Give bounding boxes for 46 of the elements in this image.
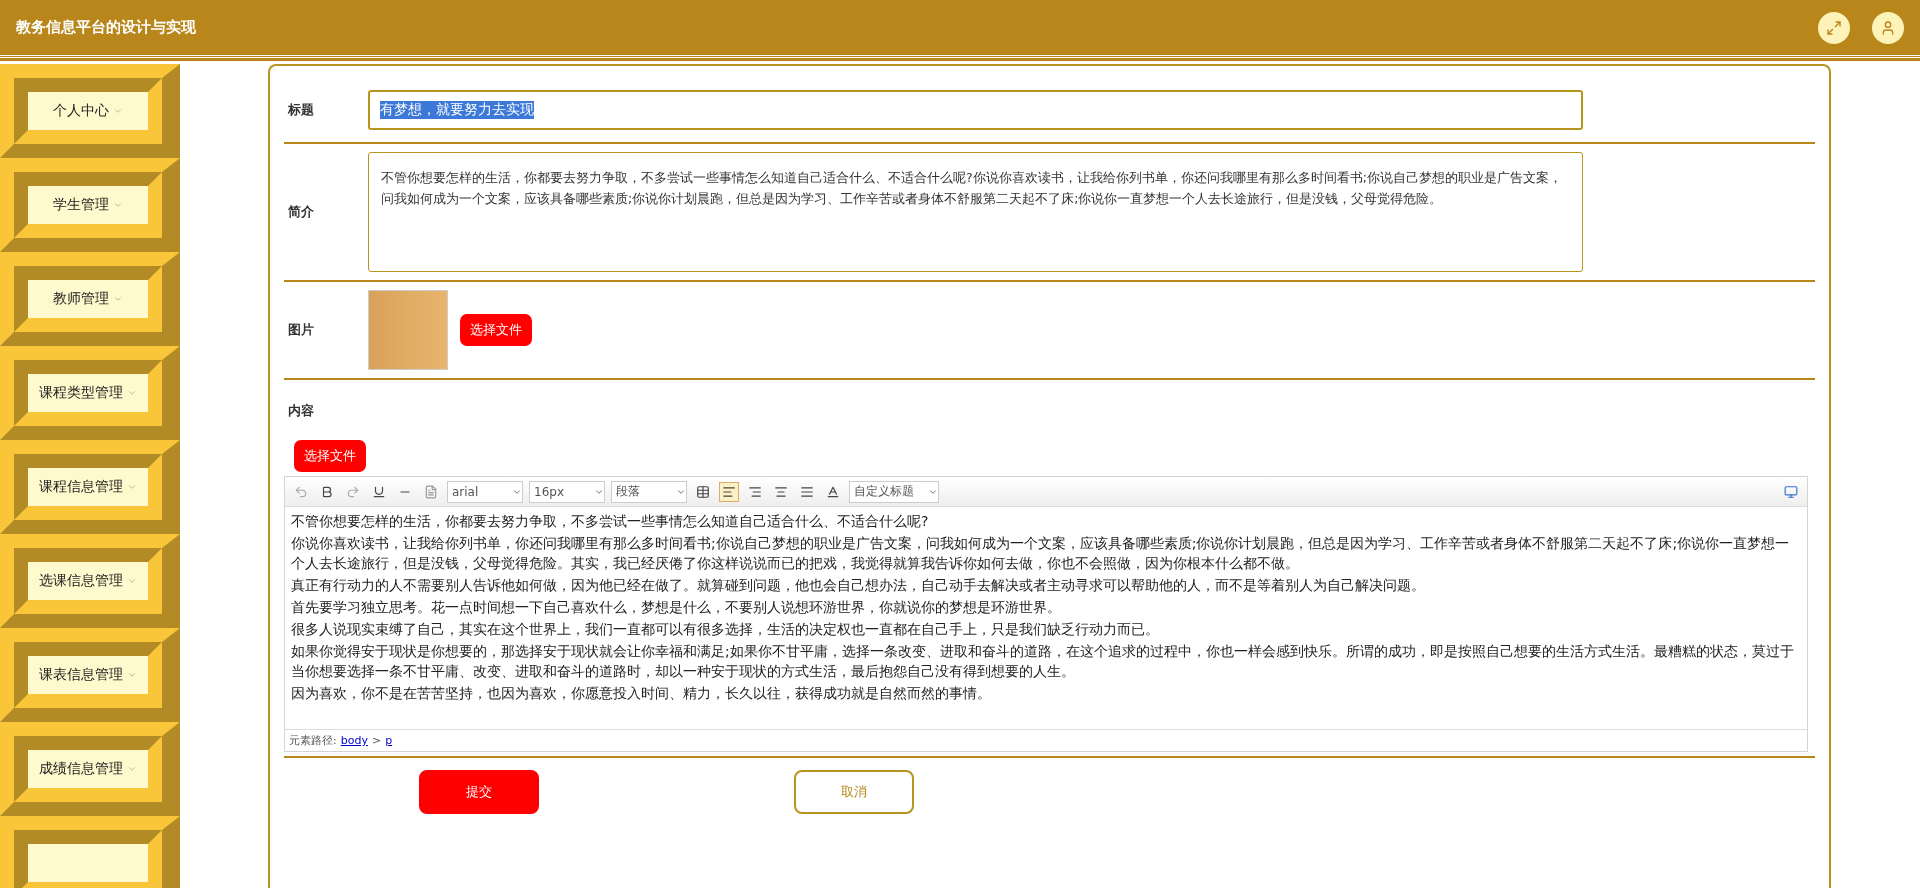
- paragraph: 很多人说现实束缚了自己，其实在这个世界上，我们一直都可以有很多选择，生活的决定权也一直都在自己手上，只是我们缺乏行动力而已。: [291, 620, 1160, 639]
- path-link[interactable]: p: [385, 734, 393, 747]
- fullscreen-button[interactable]: [1818, 11, 1850, 44]
- caret-icon: [127, 670, 137, 680]
- caret-icon: [113, 294, 123, 304]
- field-label: 标题: [287, 101, 315, 119]
- caret-icon: [113, 200, 123, 210]
- paragraph: 你说你喜欢读书，让我给你列书单，你还问我哪里有那么多时间看书;你说自己梦想的职业是广告文案，问我如何成为一个文案，应该具备哪些素质;你说你计划晨跑，但总是因为学习、工作辛苦或者身体不舒服第二天起不了床;你说你一直梦想一个人去长途旅行，但是没钱，父母觉得危险。其实，我已经厌倦了你这样说说而已的把戏，我觉得就算我告诉你如何去做，你也不会照做，因为你根本什么都不做。: [291, 534, 1791, 573]
- user-button[interactable]: [1872, 11, 1904, 44]
- app-title: 教务信息平台的设计与实现: [16, 18, 196, 37]
- field-label: 简介: [287, 203, 315, 221]
- sidebar-menu-item[interactable]: 课表信息管理: [28, 656, 148, 694]
- sidebar-menu-item[interactable]: 教师管理: [28, 280, 148, 318]
- toolbar-select[interactable]: 段落: [611, 480, 687, 503]
- sidebar-menu-item[interactable]: 课程类型管理: [28, 374, 148, 412]
- field-label: 图片: [287, 321, 315, 339]
- choose-file-button[interactable]: 选择文件: [460, 314, 532, 346]
- paragraph: 如果你觉得安于现状是你想要的，那选择安于现状就会让你幸福和满足;如果你不甘平庸，选择一条改变、进取和奋斗的道路，在这个追求的过程中，你也一样会感到快乐。所谓的成功，即是按照自己想要的生活方式生活。最糟糕的状态，莫过于当你想要选择一条不甘平庸、改变、进取和奋斗的道路时，却以一种安于现状的方式生活，最后抱怨自己没有得到想要的人生。: [291, 642, 1795, 681]
- submit-button[interactable]: 提交: [419, 770, 539, 814]
- paragraph: 真正有行动力的人不需要别人告诉他如何做，因为他已经在做了。就算碰到问题，他也会自己想办法，自己动手去解决或者主动寻求可以帮助他的人，而不是等着别人为自己解决问题。: [291, 576, 1426, 595]
- path-separator: >: [371, 734, 382, 747]
- caret-icon: [127, 764, 137, 774]
- paragraph: 因为喜欢，你不是在苦苦坚持，也因为喜欢，你愿意投入时间、精力，长久以往，获得成功就是自然而然的事情。: [291, 684, 992, 703]
- path-label: 元素路径:: [289, 733, 337, 748]
- toolbar-select[interactable]: arial: [447, 480, 523, 503]
- toolbar-select[interactable]: 16px: [529, 480, 605, 503]
- sidebar-menu-item[interactable]: 选课信息管理: [28, 562, 148, 600]
- sidebar-menu-item[interactable]: 个人中心: [28, 92, 148, 130]
- sidebar-menu-item[interactable]: 成绩信息管理: [28, 750, 148, 788]
- toolbar-select[interactable]: 自定义标题: [849, 480, 939, 503]
- paragraph: 首先要学习独立思考。花一点时间想一下自己喜欢什么，梦想是什么，不要别人说想环游世界，你就说你的梦想是环游世界。: [291, 598, 1062, 617]
- intro-textarea[interactable]: 不管你想要怎样的生活，你都要去努力争取，不多尝试一些事情怎么知道自己适合什么、不适合什么呢?你说你喜欢读书，让我给你列书单，你还问我哪里有那么多时间看书;你说自己梦想的职业是广告文案，问我如何成为一个文案，应该具备哪些素质;你说你计划晨跑，但总是因为学习、工作辛苦或者身体不舒服第二天起不了床;你说你一直梦想一个人去长途旅行，但是没钱，父母觉得危险。: [368, 152, 1583, 272]
- choose-file-button[interactable]: 选择文件: [294, 440, 366, 472]
- caret-icon: [127, 576, 137, 586]
- sidebar-menu-item[interactable]: 学生管理: [28, 186, 148, 224]
- caret-icon: [127, 388, 137, 398]
- caret-icon: [113, 106, 123, 116]
- sidebar-menu-item[interactable]: 课程信息管理: [28, 468, 148, 506]
- expand-icon: [1826, 19, 1842, 36]
- field-label: 内容: [287, 402, 315, 420]
- user-icon: [1880, 19, 1896, 36]
- paragraph: 不管你想要怎样的生活，你都要去努力争取，不多尝试一些事情怎么知道自己适合什么、不适合什么呢?: [291, 512, 930, 531]
- caret-icon: [127, 482, 137, 492]
- align-icon[interactable]: [719, 481, 739, 502]
- title-input[interactable]: 有梦想，就要努力去实现: [368, 90, 1583, 130]
- path-link[interactable]: body: [340, 734, 368, 747]
